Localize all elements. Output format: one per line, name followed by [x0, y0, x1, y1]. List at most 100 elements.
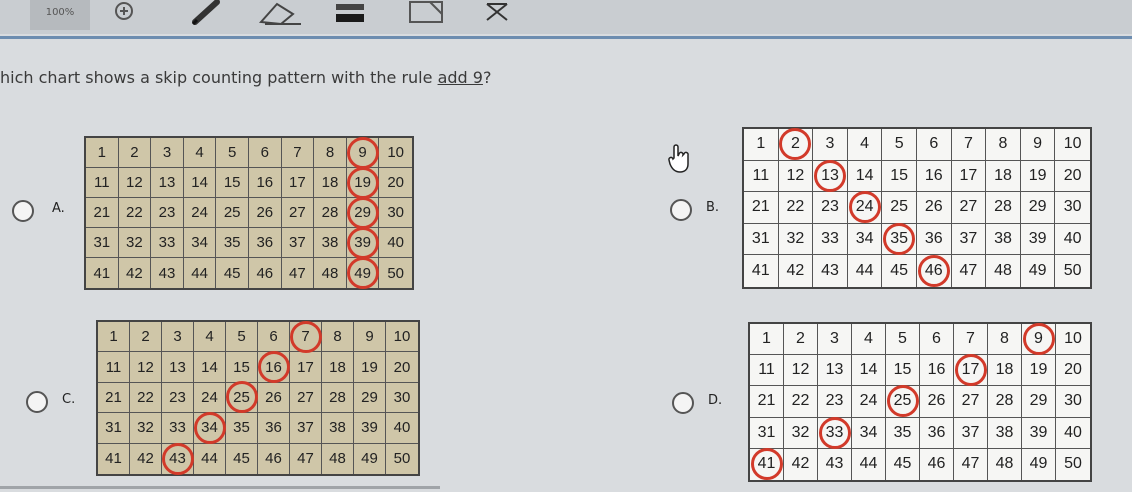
grid-cell-17: 17 — [281, 168, 315, 198]
grid-cell-50: 50 — [393, 450, 411, 468]
grid-cell-4: 4 — [847, 129, 883, 161]
grid-cell-20: 20 — [1056, 355, 1090, 387]
grid-cell-23: 23 — [818, 386, 852, 418]
grid-cell-19: 19 — [1020, 160, 1056, 193]
grid-cell-29: 29 — [1022, 386, 1056, 418]
grid-cell-26: 26 — [248, 198, 282, 228]
grid-cell-48: 48 — [986, 255, 1021, 287]
grid-cell-9: 9 — [346, 138, 380, 168]
option-a-radio[interactable] — [12, 200, 34, 222]
grid-cell-3: 3 — [162, 322, 194, 353]
grid-cell-12: 12 — [118, 168, 152, 198]
hundreds-chart-c: 1 2 3 4 5 6 7 8 9 10 11 12 13 14 15 16 17 18 19 20 21 22 23 24 2… — [96, 320, 420, 476]
grid-cell-10: 10 — [1056, 324, 1090, 356]
toolbar-divider — [0, 36, 1132, 39]
grid-cell-2: 2 — [784, 324, 818, 356]
option-d-radio[interactable] — [672, 392, 694, 414]
grid-cell-3: 3 — [818, 324, 852, 356]
grid-cell-12: 12 — [778, 160, 814, 193]
grid-cell-15: 15 — [886, 355, 920, 387]
grid-cell-45: 45 — [886, 448, 920, 480]
option-c-radio[interactable] — [26, 391, 48, 413]
grid-cell-40: 40 — [379, 228, 412, 258]
grid-cell-48: 48 — [322, 443, 354, 474]
grid-cell-20: 20 — [379, 168, 412, 198]
grid-cell-10: 10 — [386, 322, 418, 353]
grid-cell-28: 28 — [988, 386, 1022, 418]
close-icon[interactable] — [480, 0, 514, 26]
grid-cell-14: 14 — [194, 352, 226, 383]
grid-cell-3: 3 — [813, 129, 848, 161]
grid-cell-21: 21 — [750, 386, 784, 418]
grid-cell-48: 48 — [988, 448, 1022, 480]
bottom-divider — [0, 486, 440, 489]
grid-cell-6: 6 — [248, 138, 282, 168]
grid-cell-22: 22 — [778, 192, 814, 224]
grid-cell-19: 19 — [346, 168, 380, 198]
grid-cell-32: 32 — [778, 223, 814, 256]
question-suffix: ? — [482, 68, 492, 87]
grid-cell-41: 41 — [86, 258, 119, 288]
grid-cell-35: 35 — [216, 228, 249, 258]
grid-cell-50: 50 — [387, 264, 405, 282]
grid-cell-42: 42 — [119, 258, 152, 288]
grid-cell-9: 9 — [1020, 129, 1056, 161]
note-icon[interactable] — [404, 0, 448, 26]
grid-cell-2: 2 — [118, 138, 152, 168]
grid-cell-40: 40 — [386, 413, 418, 444]
grid-cell-3: 3 — [151, 138, 184, 168]
grid-cell-1: 1 — [86, 138, 119, 168]
grid-cell-47: 47 — [290, 443, 322, 474]
grid-cell-23: 23 — [151, 198, 184, 228]
grid-cell-42: 42 — [784, 448, 818, 480]
grid-cell-11: 11 — [86, 168, 119, 198]
grid-cell-16: 16 — [258, 352, 290, 383]
grid-cell-32: 32 — [130, 413, 162, 444]
grid-cell-33: 33 — [151, 228, 184, 258]
grid-cell-15: 15 — [882, 160, 917, 193]
grid-cell-16: 16 — [916, 160, 952, 193]
grid-cell-32: 32 — [784, 417, 818, 449]
grid-cell-36: 36 — [916, 223, 952, 256]
grid-cell-27: 27 — [954, 386, 988, 418]
grid-cell-32: 32 — [118, 228, 152, 258]
grid-cell-4: 4 — [183, 138, 217, 168]
grid-cell-26: 26 — [916, 192, 952, 224]
grid-cell-7: 7 — [951, 129, 987, 161]
grid-cell-13: 13 — [813, 160, 848, 193]
zoom-level[interactable]: 100% — [30, 0, 90, 30]
grid-cell-41: 41 — [98, 443, 130, 474]
question-text: hich chart shows a skip counting pattern… — [0, 68, 491, 87]
grid-cell-45: 45 — [216, 258, 249, 288]
grid-cell-29: 29 — [354, 382, 386, 414]
grid-cell-43: 43 — [813, 255, 848, 287]
grid-cell-25: 25 — [226, 382, 258, 414]
option-b-radio[interactable] — [670, 199, 692, 221]
eraser-icon[interactable] — [256, 0, 304, 26]
grid-cell-36: 36 — [248, 228, 282, 258]
grid-cell-2: 2 — [778, 129, 814, 161]
grid-cell-27: 27 — [290, 382, 322, 414]
grid-cell-14: 14 — [847, 160, 883, 193]
grid-cell-18: 18 — [986, 160, 1021, 193]
grid-cell-13: 13 — [162, 352, 194, 383]
grid-cell-6: 6 — [258, 322, 290, 353]
grid-cell-33: 33 — [162, 413, 194, 444]
grid-cell-42: 42 — [130, 443, 162, 474]
grid-cell-34: 34 — [852, 417, 886, 449]
pencil-icon[interactable] — [188, 0, 224, 26]
grid-cell-38: 38 — [986, 223, 1021, 256]
grid-cell-6: 6 — [916, 129, 952, 161]
grid-cell-36: 36 — [258, 413, 290, 444]
grid-cell-31: 31 — [744, 223, 779, 256]
zoom-in-icon[interactable] — [110, 0, 138, 26]
grid-cell-12: 12 — [130, 352, 162, 383]
grid-cell-17: 17 — [290, 352, 322, 383]
grid-cell-29: 29 — [346, 198, 380, 228]
grid-cell-30: 30 — [1056, 386, 1090, 418]
highlighter-icon[interactable] — [330, 0, 370, 26]
grid-cell-44: 44 — [184, 258, 217, 288]
grid-cell-35: 35 — [886, 417, 920, 449]
grid-cell-5: 5 — [226, 322, 258, 353]
grid-cell-30: 30 — [1055, 192, 1090, 224]
